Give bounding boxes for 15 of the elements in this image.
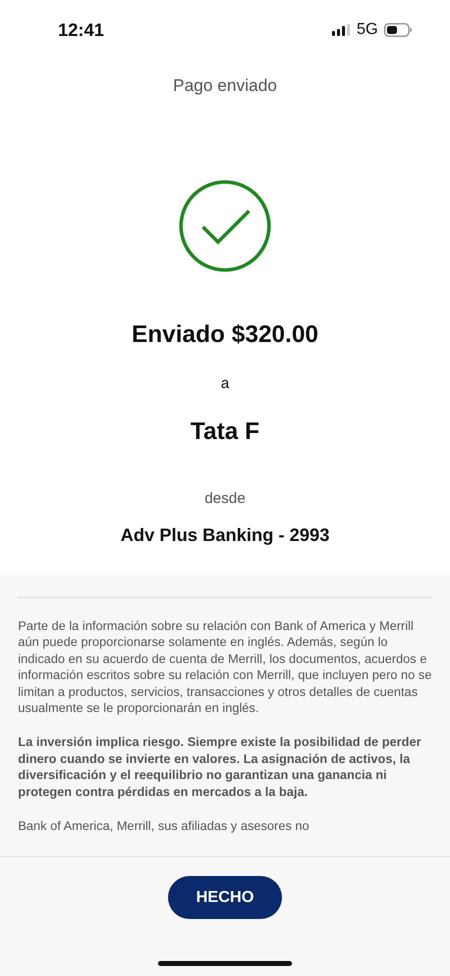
status-time: 12:41: [58, 20, 104, 40]
connector-text: a: [220, 375, 230, 392]
account-name: Adv Plus Banking - 2993: [119, 525, 331, 546]
done-button[interactable]: HECHO: [168, 876, 282, 919]
disclosure-paragraph: Parte de la información sobre su relación con Bank of America y Merrill aún puede proporcionarse solamente en inglés. Además, según lo indicado en su acuerdo de cuenta de Merrill, los documentos, acuerdos e información escritos sobre su relación con Merrill, que incluyen pero no se limitan a productos, servicios, transacciones y otros detalles de cuentas usualmente se le proporcionarán en inglés.: [18, 618, 432, 716]
disclosure-paragraph: La inversión implica riesgo. Siempre existe la posibilidad de perder dinero cuando se invierte en valores. La asignación de activos, la diversificación y el reequilibrio no garantizan una ganancia ni protegen contra pérdidas en mercados a la baja.: [18, 734, 422, 800]
recipient-name: Tata F: [190, 418, 260, 446]
battery-icon: [384, 23, 412, 37]
from-label: desde: [204, 490, 246, 507]
screen-title: Pago enviado: [172, 76, 278, 96]
checkmark-icon: [179, 180, 271, 272]
disclosure-paragraph: Bank of America, Merrill, sus afiliadas y asesores no: [18, 818, 310, 834]
amount-sent: Enviado $320.00: [130, 321, 320, 349]
signal-icon: [332, 24, 351, 36]
network-label: 5G: [356, 21, 378, 39]
